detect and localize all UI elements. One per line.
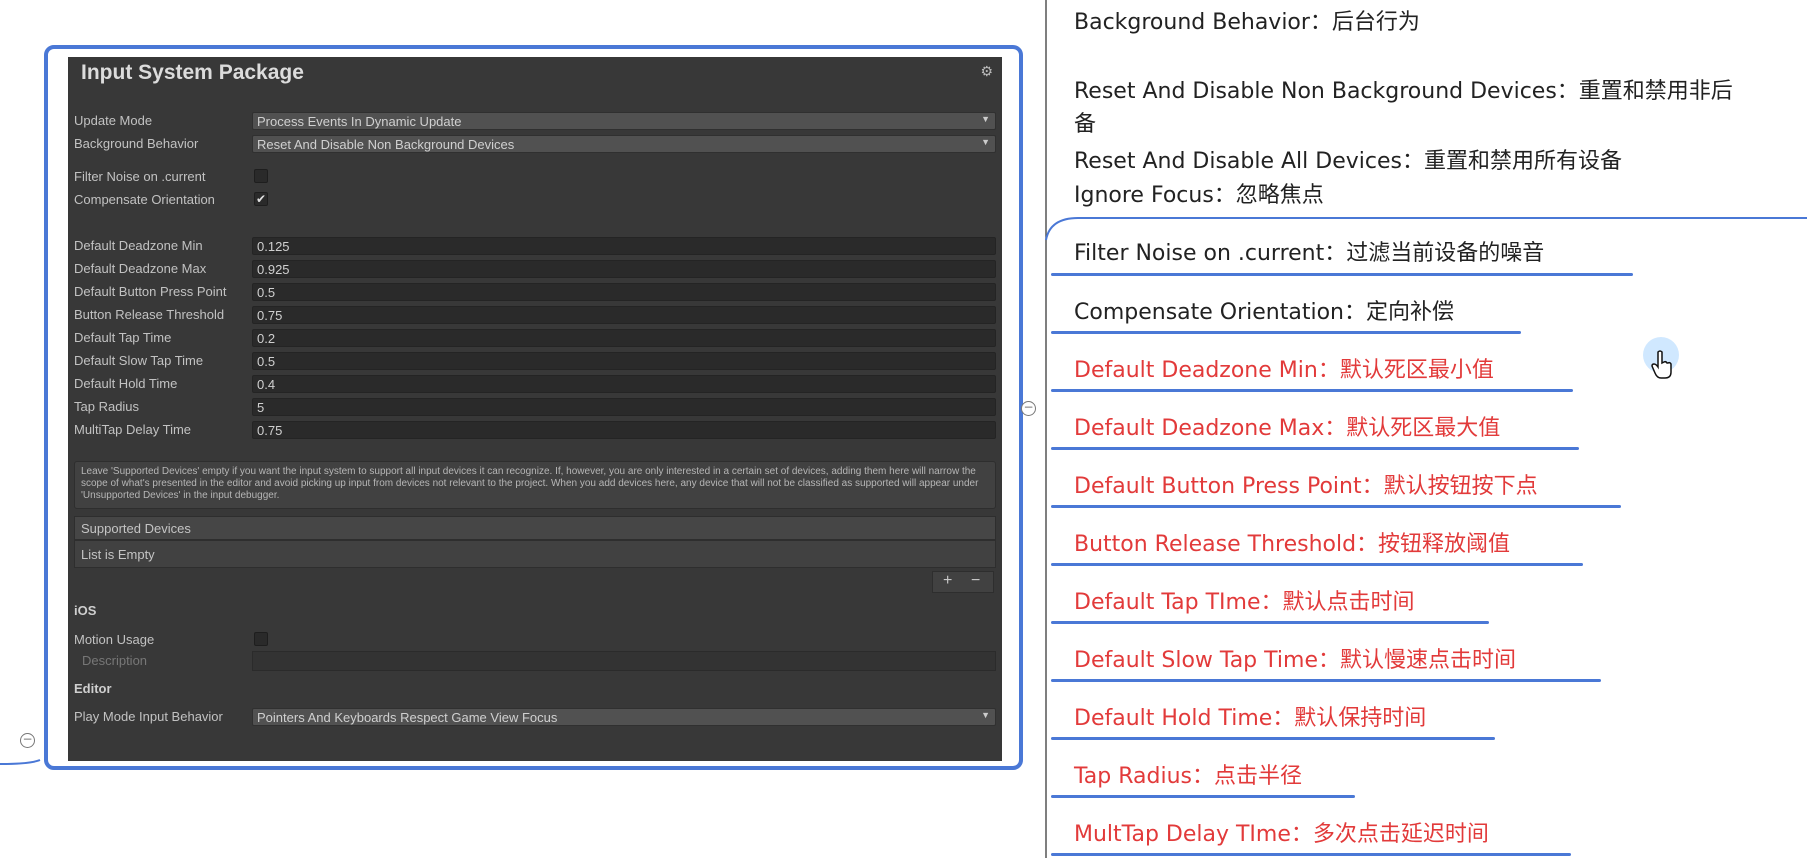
play-mode-label: Play Mode Input Behavior [74, 709, 223, 724]
multitap-delay-field[interactable]: 0.75 [252, 421, 996, 439]
panel-title: Input System Package [81, 61, 304, 84]
deadzone-min-label: Default Deadzone Min [74, 238, 203, 253]
trans-hold-time: Default Hold Time：默认保持时间 [1074, 706, 1427, 731]
motion-usage-checkbox[interactable] [254, 632, 268, 646]
background-behavior-row: Background Behavior Reset And Disable No… [74, 134, 996, 154]
underline [1051, 679, 1601, 682]
compensate-orientation-label: Compensate Orientation [74, 192, 215, 207]
underline [1051, 273, 1633, 276]
button-release-threshold-label: Button Release Threshold [74, 307, 225, 322]
dropdown-caret-icon: ▼ [981, 114, 990, 124]
deadzone-max-field[interactable]: 0.925 [252, 260, 996, 278]
underline [1051, 621, 1489, 624]
description-row: Description [74, 651, 996, 671]
tap-radius-label: Tap Radius [74, 399, 140, 414]
underline [1051, 563, 1583, 566]
underline [1051, 737, 1495, 740]
underline [1051, 331, 1521, 334]
hold-time-row: Default Hold Time 0.4 [74, 374, 996, 394]
background-behavior-dropdown[interactable]: Reset And Disable Non Background Devices… [252, 135, 996, 153]
update-mode-label: Update Mode [74, 113, 153, 128]
deadzone-min-field[interactable]: 0.125 [252, 237, 996, 255]
filter-noise-label: Filter Noise on .current [74, 169, 206, 184]
editor-section-title: Editor [74, 681, 112, 696]
underline [1051, 505, 1621, 508]
ios-section-title: iOS [74, 603, 97, 618]
slow-tap-time-label: Default Slow Tap Time [74, 353, 204, 368]
multitap-delay-row: MultiTap Delay Time 0.75 [74, 420, 996, 440]
motion-usage-label: Motion Usage [74, 632, 155, 647]
trans-filter-noise: Filter Noise on .current：过滤当前设备的噪音 [1074, 241, 1545, 266]
update-mode-row: Update Mode Process Events In Dynamic Up… [74, 111, 996, 131]
add-device-button[interactable]: + [943, 572, 952, 590]
background-behavior-value: Reset And Disable Non Background Devices [257, 137, 515, 152]
trans-button-press-point: Default Button Press Point：默认按钮按下点 [1074, 474, 1538, 499]
trans-tap-time: Default Tap TIme：默认点击时间 [1074, 590, 1415, 615]
supported-devices-list: List is Empty [74, 540, 996, 568]
trans-deadzone-min: Default Deadzone Min：默认死区最小值 [1074, 358, 1494, 383]
motion-usage-row: Motion Usage [74, 630, 996, 650]
underline [1051, 795, 1355, 798]
trans-slow-tap-time: Default Slow Tap Time：默认慢速点击时间 [1074, 648, 1516, 673]
filter-noise-row: Filter Noise on .current [74, 167, 996, 187]
trans-ignore-focus: Ignore Focus：忽略焦点 [1074, 183, 1324, 208]
compensate-orientation-row: Compensate Orientation ✔ [74, 190, 996, 210]
trans-reset-non-bg-cont: 备 [1074, 112, 1097, 137]
play-mode-value: Pointers And Keyboards Respect Game View… [257, 710, 558, 725]
hold-time-field[interactable]: 0.4 [252, 375, 996, 393]
deadzone-min-row: Default Deadzone Min 0.125 [74, 236, 996, 256]
tap-time-label: Default Tap Time [74, 330, 172, 345]
supported-devices-note: Leave 'Supported Devices' empty if you w… [74, 461, 996, 509]
button-press-point-field[interactable]: 0.5 [252, 283, 996, 301]
filter-noise-checkbox[interactable] [254, 169, 268, 183]
trans-reset-non-bg: Reset And Disable Non Background Devices… [1074, 79, 1733, 104]
remove-device-button[interactable]: − [971, 572, 980, 590]
trans-compensate-orientation: Compensate Orientation：定向补偿 [1074, 300, 1454, 325]
button-release-threshold-field[interactable]: 0.75 [252, 306, 996, 324]
gear-icon[interactable]: ⚙ [980, 63, 993, 80]
compensate-orientation-checkbox[interactable]: ✔ [254, 192, 268, 206]
tap-time-row: Default Tap Time 0.2 [74, 328, 996, 348]
supported-devices-header: Supported Devices [74, 516, 996, 540]
slow-tap-time-row: Default Slow Tap Time 0.5 [74, 351, 996, 371]
hand-cursor-icon [1651, 350, 1672, 379]
collapse-icon[interactable]: − [20, 733, 35, 748]
update-mode-dropdown[interactable]: Process Events In Dynamic Update ▼ [252, 112, 996, 130]
tap-time-field[interactable]: 0.2 [252, 329, 996, 347]
trans-multitap-delay: MultTap Delay TIme：多次点击延迟时间 [1074, 822, 1489, 847]
mindmap-canvas: Input System Package ⚙ Update Mode Proce… [0, 0, 1807, 858]
tap-radius-field[interactable]: 5 [252, 398, 996, 416]
underline [1051, 389, 1573, 392]
dropdown-caret-icon: ▼ [981, 710, 990, 720]
multitap-delay-label: MultiTap Delay Time [74, 422, 192, 437]
deadzone-max-label: Default Deadzone Max [74, 261, 207, 276]
background-behavior-label: Background Behavior [74, 136, 199, 151]
slow-tap-time-field[interactable]: 0.5 [252, 352, 996, 370]
trans-tap-radius: Tap Radius：点击半径 [1074, 764, 1303, 789]
collapse-icon[interactable]: − [1021, 401, 1036, 416]
trans-background-behavior: Background Behavior：后台行为 [1074, 10, 1420, 35]
update-mode-value: Process Events In Dynamic Update [257, 114, 462, 129]
trans-button-release-threshold: Button Release Threshold：按钮释放阈值 [1074, 532, 1511, 557]
button-release-threshold-row: Button Release Threshold 0.75 [74, 305, 996, 325]
trans-reset-all: Reset And Disable All Devices：重置和禁用所有设备 [1074, 149, 1622, 174]
deadzone-max-row: Default Deadzone Max 0.925 [74, 259, 996, 279]
hold-time-label: Default Hold Time [74, 376, 178, 391]
description-label: Description [82, 653, 148, 668]
description-field[interactable] [252, 651, 996, 671]
input-system-package-panel: Input System Package ⚙ Update Mode Proce… [68, 57, 1002, 761]
trans-deadzone-max: Default Deadzone Max：默认死区最大值 [1074, 416, 1501, 441]
underline [1051, 447, 1579, 450]
play-mode-row: Play Mode Input Behavior Pointers And Ke… [74, 707, 996, 727]
underline [1051, 853, 1571, 856]
button-press-point-row: Default Button Press Point 0.5 [74, 282, 996, 302]
dropdown-caret-icon: ▼ [981, 137, 990, 147]
tap-radius-row: Tap Radius 5 [74, 397, 996, 417]
list-buttons: + − [932, 571, 994, 593]
button-press-point-label: Default Button Press Point [74, 284, 227, 299]
play-mode-dropdown[interactable]: Pointers And Keyboards Respect Game View… [252, 708, 996, 726]
